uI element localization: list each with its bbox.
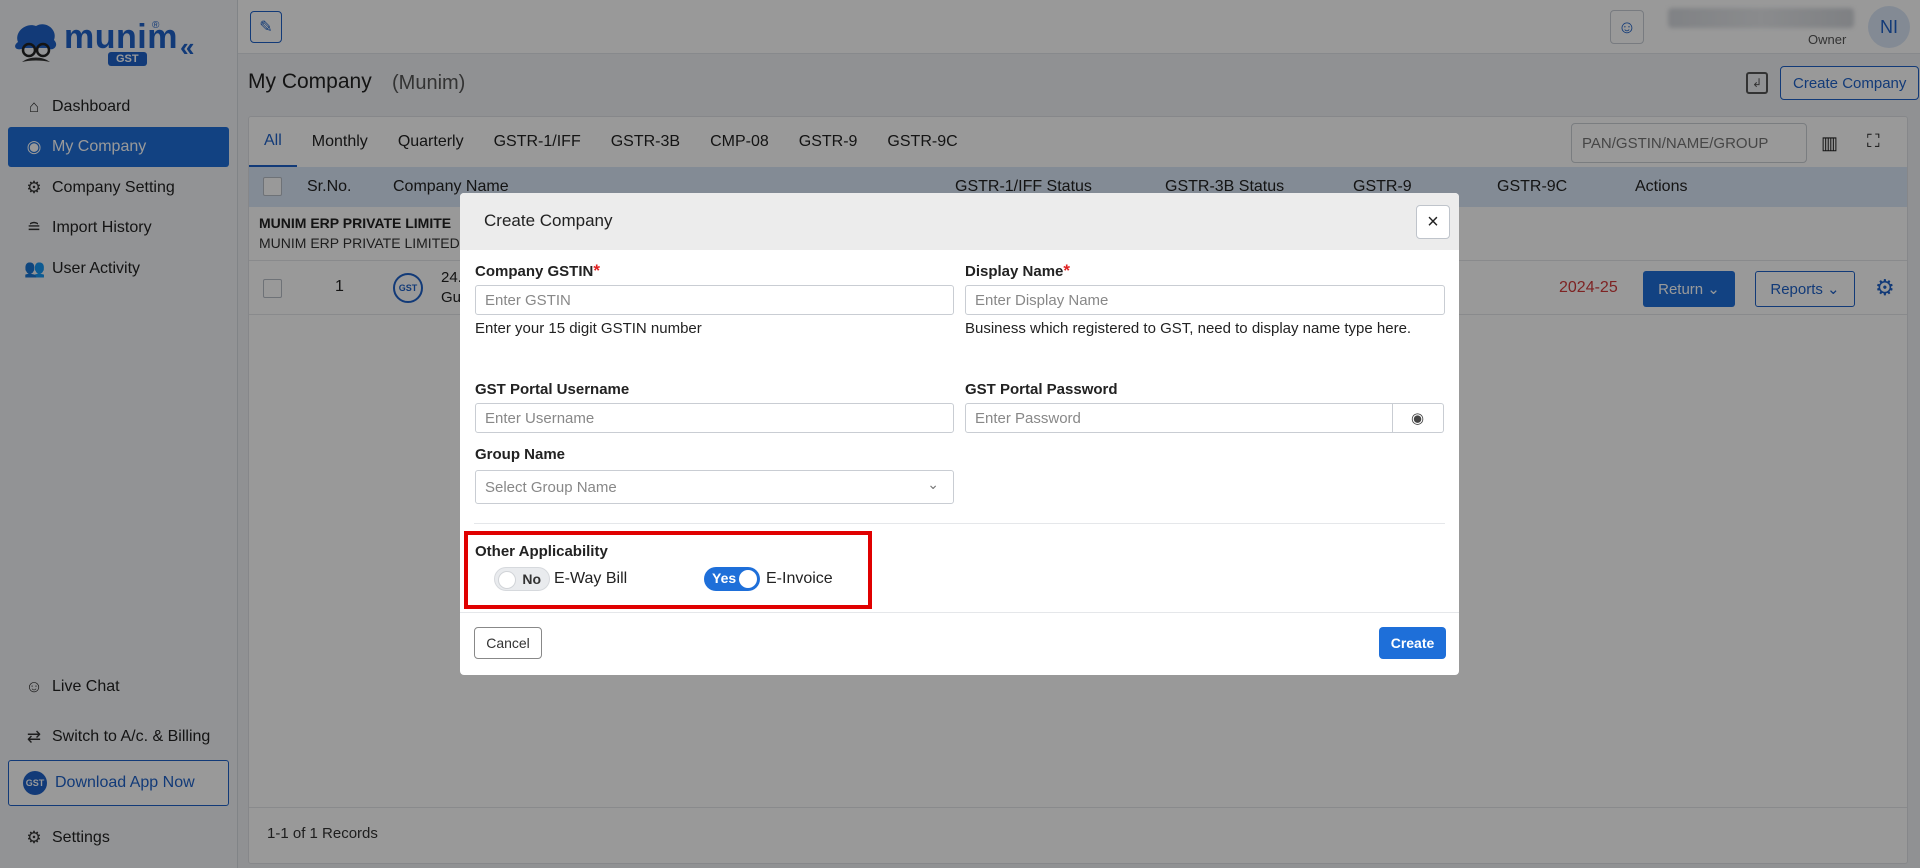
display-name-label: Display Name* — [965, 261, 1070, 281]
create-button[interactable]: Create — [1379, 627, 1446, 659]
gstin-label-text: Company GSTIN — [475, 263, 594, 280]
modal-header: Create Company × — [460, 193, 1459, 250]
gstin-input[interactable]: Enter GSTIN — [475, 285, 954, 315]
required-mark: * — [593, 261, 600, 280]
close-icon: × — [1427, 210, 1439, 233]
password-label: GST Portal Password — [965, 381, 1118, 398]
show-password-button[interactable]: ◉ — [1392, 403, 1444, 433]
chevron-down-icon: ⌄ — [927, 476, 939, 492]
modal-title: Create Company — [484, 211, 613, 230]
divider — [460, 612, 1459, 613]
group-name-placeholder: Select Group Name — [485, 478, 617, 496]
display-name-input[interactable]: Enter Display Name — [965, 285, 1445, 315]
divider — [474, 523, 1445, 524]
display-name-help: Business which registered to GST, need t… — [965, 320, 1412, 337]
required-mark: * — [1063, 261, 1071, 280]
cancel-button[interactable]: Cancel — [474, 627, 542, 659]
highlight-box — [464, 531, 872, 609]
gstin-help: Enter your 15 digit GSTIN number — [475, 320, 702, 337]
create-company-modal: Create Company × Company GSTIN* Enter GS… — [460, 193, 1459, 675]
group-name-label: Group Name — [475, 446, 566, 463]
password-input[interactable]: Enter Password — [965, 403, 1393, 433]
eye-icon: ◉ — [1410, 410, 1425, 427]
username-input[interactable]: Enter Username — [475, 403, 954, 433]
close-button[interactable]: × — [1416, 205, 1450, 239]
group-name-select[interactable]: Select Group Name ⌄ — [475, 470, 954, 504]
gstin-label: Company GSTIN* — [475, 261, 600, 281]
display-name-label-text: Display Name — [965, 263, 1064, 280]
username-label: GST Portal Username — [475, 381, 630, 398]
